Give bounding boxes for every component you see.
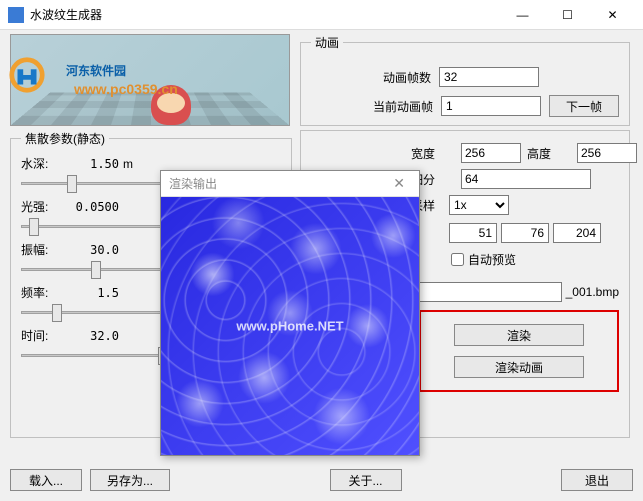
subdiv-input[interactable] (461, 169, 591, 189)
current-frame-input[interactable] (441, 96, 541, 116)
next-frame-button[interactable]: 下一帧 (549, 95, 619, 117)
app-icon (8, 7, 24, 23)
caustic-legend: 焦散参数(静态) (21, 130, 109, 147)
filename-suffix: _001.bmp (566, 285, 619, 299)
amplitude-value: 30.0 (59, 243, 119, 257)
render-animation-button[interactable]: 渲染动画 (454, 356, 584, 378)
dialog-titlebar[interactable]: 渲染输出 ✕ (161, 171, 419, 197)
intensity-label: 光强: (21, 198, 59, 215)
depth-label: 水深: (21, 155, 59, 172)
titlebar: 水波纹生成器 — ☐ ✕ (0, 0, 643, 30)
rgb-r-input[interactable] (449, 223, 497, 243)
height-input[interactable] (577, 143, 637, 163)
amplitude-label: 振幅: (21, 241, 59, 258)
depth-value: 1.50 (59, 157, 119, 171)
time-value: 32.0 (59, 329, 119, 343)
render-output-dialog: 渲染输出 ✕ www.pHome.NET (160, 170, 420, 456)
time-label: 时间: (21, 327, 59, 344)
current-frame-label: 当前动画帧 (363, 98, 433, 115)
maximize-button[interactable]: ☐ (545, 1, 590, 29)
about-button[interactable]: 关于... (330, 469, 402, 491)
animation-legend: 动画 (311, 34, 343, 51)
render-button[interactable]: 渲染 (454, 324, 584, 346)
exit-button[interactable]: 退出 (561, 469, 633, 491)
width-label: 宽度 (411, 145, 455, 162)
rgb-g-input[interactable] (501, 223, 549, 243)
autopreview-label: 自动预览 (468, 251, 516, 268)
autopreview-checkbox[interactable] (451, 253, 464, 266)
frames-input[interactable] (439, 67, 539, 87)
dialog-close-button[interactable]: ✕ (387, 175, 411, 192)
site-logo-icon (8, 56, 46, 94)
window-title: 水波纹生成器 (30, 6, 500, 23)
frames-label: 动画帧数 (361, 69, 431, 86)
render-watermark: www.pHome.NET (236, 319, 343, 334)
saveas-button[interactable]: 另存为... (90, 469, 170, 491)
dialog-title: 渲染输出 (169, 175, 387, 192)
load-button[interactable]: 载入... (10, 469, 82, 491)
window-controls: — ☐ ✕ (500, 1, 635, 29)
render-output-image: www.pHome.NET (161, 197, 419, 455)
animation-group: 动画 动画帧数 当前动画帧 下一帧 (300, 34, 630, 126)
watermark-text: 河东软件园 (66, 64, 126, 78)
frequency-label: 频率: (21, 284, 59, 301)
render-highlight: 渲染 渲染动画 (419, 310, 619, 392)
rgb-b-input[interactable] (553, 223, 601, 243)
content: 河东软件园 www.pc0359.cn 动画 动画帧数 当前动画帧 下一帧 焦散… (0, 30, 643, 501)
depth-unit: m (123, 157, 138, 171)
height-label: 高度 (527, 145, 571, 162)
frequency-value: 1.5 (59, 286, 119, 300)
close-button[interactable]: ✕ (590, 1, 635, 29)
supersample-select[interactable]: 1x (449, 195, 509, 215)
intensity-value: 0.0500 (59, 200, 119, 214)
bottom-bar: 载入... 另存为... 关于... 退出 (10, 469, 633, 491)
site-watermark: 河东软件园 www.pc0359.cn (30, 55, 178, 97)
watermark-url: www.pc0359.cn (74, 81, 178, 97)
minimize-button[interactable]: — (500, 1, 545, 29)
width-input[interactable] (461, 143, 521, 163)
